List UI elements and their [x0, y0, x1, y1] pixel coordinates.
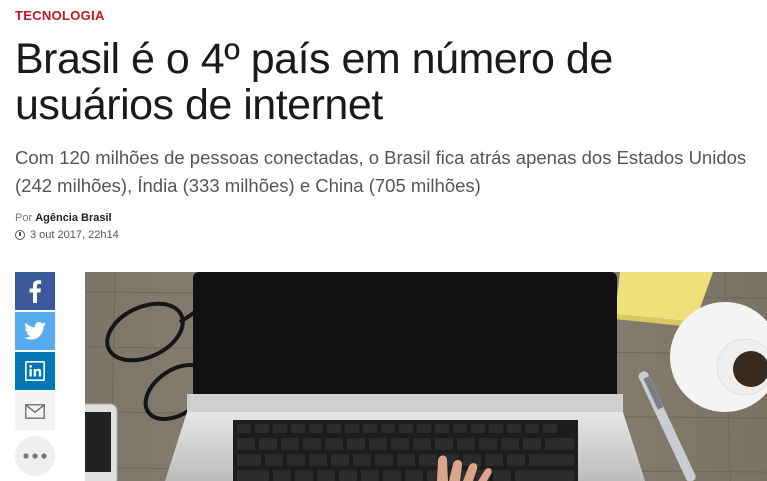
email-share-button[interactable] [15, 392, 55, 430]
article-title: Brasil é o 4º país em número de usuários… [15, 35, 613, 129]
linkedin-share-button[interactable] [15, 352, 55, 390]
facebook-share-button[interactable] [15, 272, 55, 310]
more-share-button[interactable] [15, 436, 55, 476]
publish-date: 3 out 2017, 22h14 [15, 229, 119, 241]
clock-icon [15, 230, 25, 240]
more-icon [23, 453, 47, 459]
laptop-desk-photo [85, 272, 767, 481]
share-bar [15, 272, 55, 476]
twitter-icon [24, 322, 46, 340]
date-text: 3 out 2017, 22h14 [30, 229, 119, 241]
twitter-share-button[interactable] [15, 312, 55, 350]
facebook-icon [29, 280, 42, 303]
byline-prefix: Por [15, 212, 33, 224]
article-photo [85, 272, 767, 481]
mail-icon [25, 403, 45, 419]
linkedin-icon [25, 361, 45, 381]
byline: Por Agência Brasil [15, 212, 112, 224]
article-subtitle: Com 120 milhões de pessoas conectadas, o… [15, 147, 747, 196]
author-name[interactable]: Agência Brasil [35, 212, 111, 224]
section-label[interactable]: TECNOLOGIA [15, 8, 105, 23]
